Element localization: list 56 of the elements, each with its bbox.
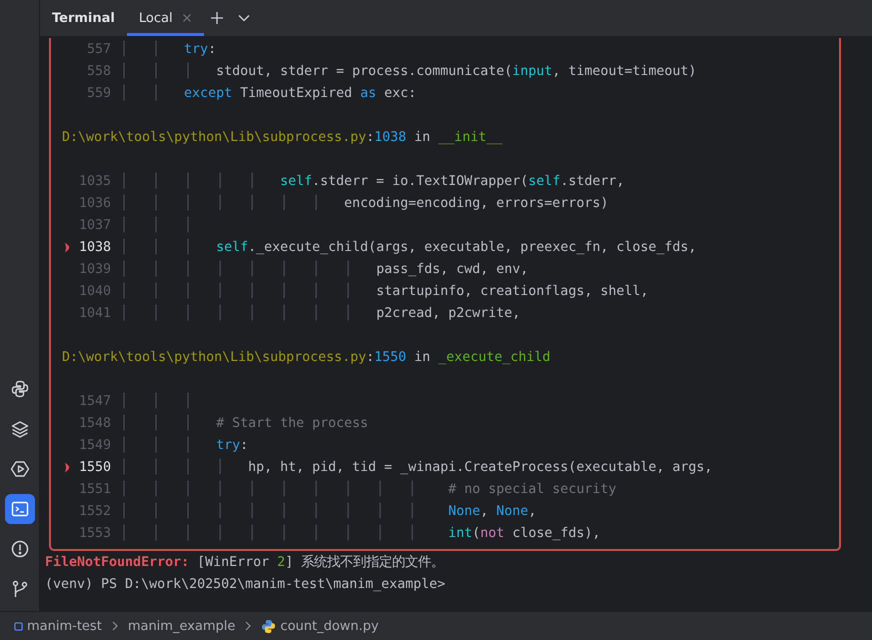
python-icon xyxy=(10,379,30,399)
code-line: │ │ │ │ │ │ │ │ p2cread, p2cwrite, xyxy=(120,306,520,320)
line-number: 559 xyxy=(86,86,111,100)
code-line: │ │ │ stdout, stderr = process.communicate(input, timeout=timeout) xyxy=(120,64,696,78)
line-number: 1037 xyxy=(79,218,111,232)
terminal-icon xyxy=(10,499,30,519)
code-line: │ │ except TimeoutExpired as exc: xyxy=(120,86,416,100)
code-line: │ │ │ try: xyxy=(120,438,248,452)
terminal-button[interactable] xyxy=(4,494,34,524)
file-location: D:\work\tools\python\Lib\subprocess.py:1038 in __init__ xyxy=(62,130,502,144)
line-number: 1039 xyxy=(79,262,111,276)
chevron-right-icon xyxy=(245,621,252,631)
close-icon[interactable] xyxy=(182,13,192,23)
line-number: 1041 xyxy=(79,306,111,320)
code-line: │ │ │ │ │ │ │ │ │ │ None, None, xyxy=(120,504,536,518)
code-line: │ │ │ self._execute_child(args, executable, preexec_fn, close_fds, xyxy=(120,240,696,254)
code-line: │ │ │ │ │ │ │ │ startupinfo, creationflags, shell, xyxy=(120,284,648,298)
code-line: │ │ │ │ │ │ │ │ │ │ # no special security xyxy=(120,482,616,496)
code-line: │ │ │ │ │ │ │ encoding=encoding, errors=errors) xyxy=(120,196,608,210)
plus-icon[interactable] xyxy=(210,11,224,25)
code-line: │ │ │ xyxy=(120,394,192,408)
code-line: │ │ │ │ hp, ht, pid, tid = _winapi.CreateProcess(executable, args, xyxy=(120,460,712,474)
line-number: 1548 xyxy=(79,416,111,430)
line-number: 1547 xyxy=(79,394,111,408)
chevron-right-icon xyxy=(112,621,118,631)
breadcrumb-item[interactable]: manim-test xyxy=(27,618,102,634)
line-number: 1551 xyxy=(79,482,111,496)
line-number: 1550 xyxy=(79,460,111,474)
line-number: 1553 xyxy=(79,526,111,540)
line-number: 557 xyxy=(86,42,111,56)
code-line: │ │ │ │ │ │ │ │ │ │ int(not close_fds), xyxy=(120,526,600,540)
line-number: 1552 xyxy=(79,504,111,518)
code-line: │ │ │ xyxy=(120,218,192,232)
file-location: D:\work\tools\python\Lib\subprocess.py:1550 in _execute_child xyxy=(62,350,550,364)
panel-title: Terminal xyxy=(52,10,115,26)
module-icon xyxy=(14,622,23,630)
terminal-tab[interactable]: Local xyxy=(126,0,204,36)
code-line: │ │ │ # Start the process xyxy=(120,416,368,430)
breadcrumb-item[interactable]: manim_example xyxy=(128,618,236,634)
python-file-icon xyxy=(261,618,276,634)
problems-icon xyxy=(10,539,30,559)
code-line: │ │ try: xyxy=(120,42,216,56)
terminal-output-line: FileNotFoundError: [WinError 2] 系统找不到指定的文件。 xyxy=(45,554,444,571)
line-number: 1036 xyxy=(79,196,111,210)
code-line: │ │ │ │ │ │ │ │ pass_fds, cwd, env, xyxy=(120,262,528,276)
line-number: 1549 xyxy=(79,438,111,452)
layers-icon xyxy=(10,419,30,439)
line-number: 1038 xyxy=(79,240,111,254)
line-number: 1035 xyxy=(79,174,111,188)
terminal-output-line: (venv) PS D:\work\202502\manim-test\manim_example> xyxy=(45,576,446,592)
chevron-down-icon[interactable] xyxy=(238,14,250,22)
line-number: 558 xyxy=(86,64,111,78)
line-number: 1040 xyxy=(79,284,111,298)
code-line: │ │ │ │ │ self.stderr = io.TextIOWrapper(self.stderr, xyxy=(120,174,624,188)
run-icon xyxy=(10,459,30,479)
breadcrumb-item[interactable]: count_down.py xyxy=(280,618,379,634)
